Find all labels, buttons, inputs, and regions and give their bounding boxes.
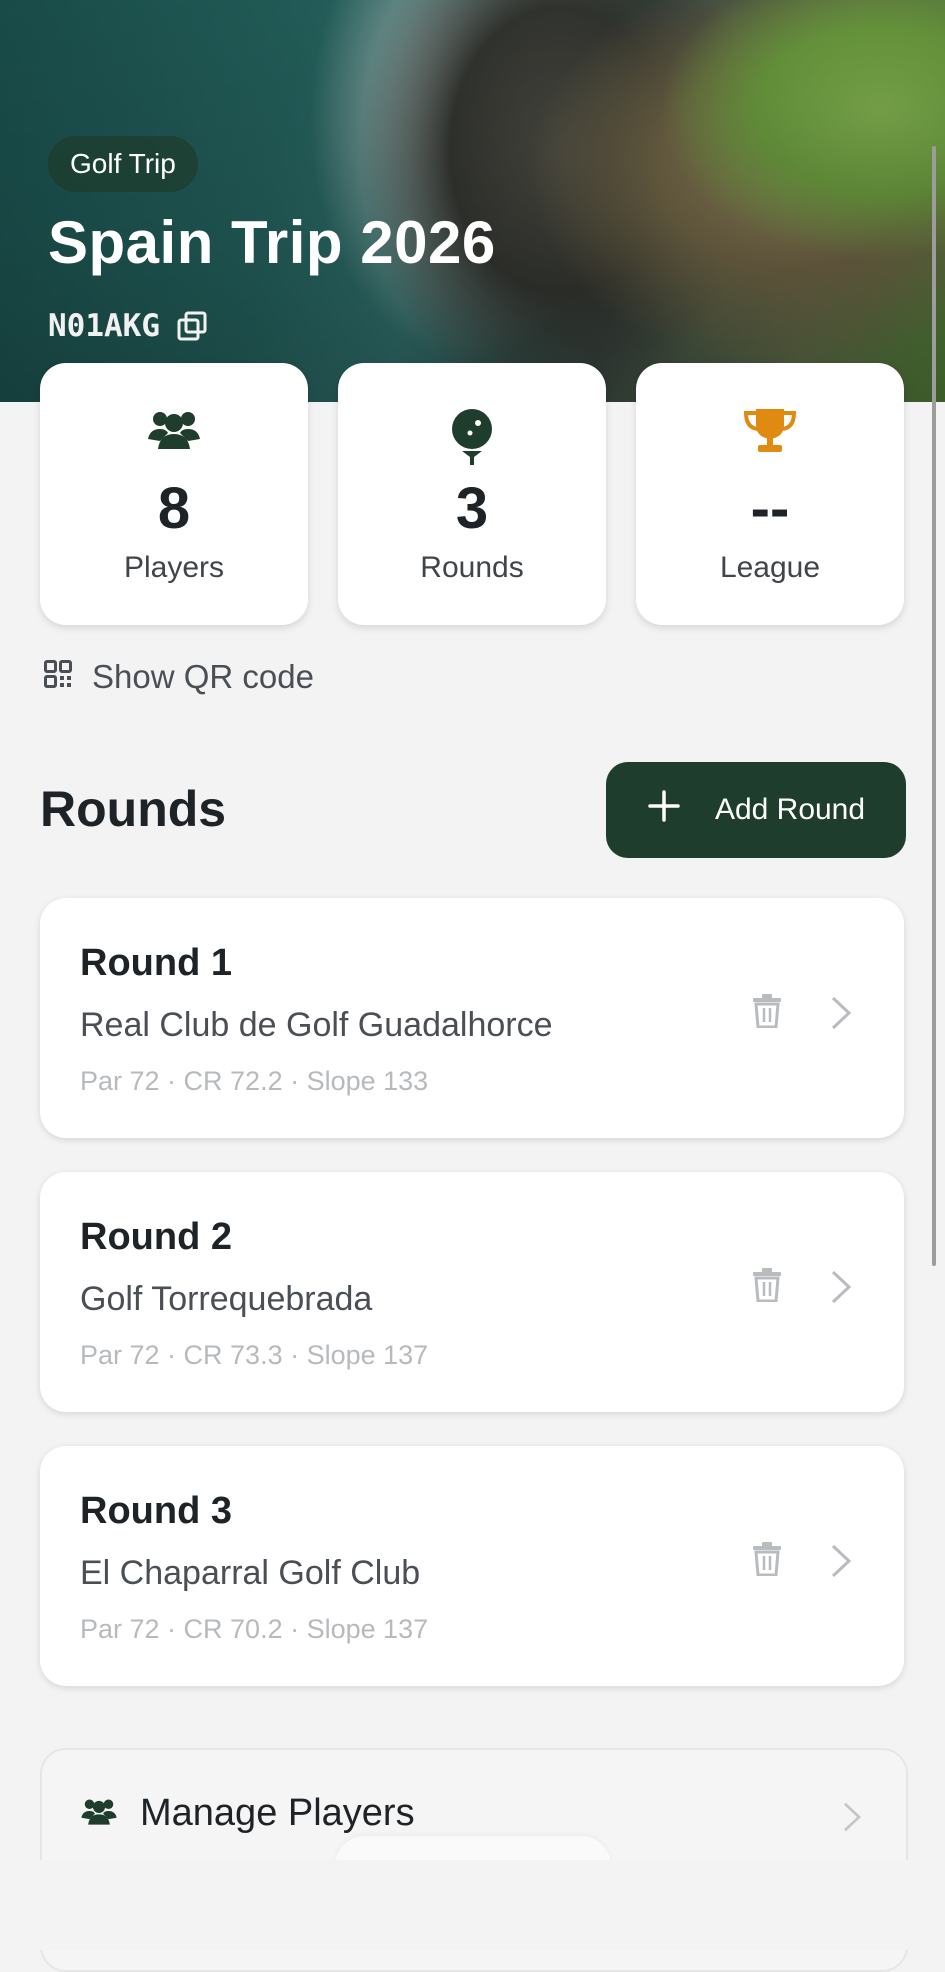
players-label: Players xyxy=(123,551,225,584)
plus-icon xyxy=(647,789,681,831)
chevron-right-icon xyxy=(842,1802,862,1837)
bottom-area xyxy=(0,1860,945,1950)
round-course: Golf Torrequebrada xyxy=(80,1280,373,1318)
league-value: -- xyxy=(750,476,790,541)
trash-icon[interactable] xyxy=(752,994,782,1033)
round-course: El Chaparral Golf Club xyxy=(80,1554,421,1592)
add-round-button[interactable]: Add Round xyxy=(606,762,906,858)
round-card-3[interactable]: Round 3 El Chaparral Golf Club Par 72 · … xyxy=(40,1446,904,1686)
golf-ball-tee-icon xyxy=(450,407,494,472)
round-card-2[interactable]: Round 2 Golf Torrequebrada Par 72 · CR 7… xyxy=(40,1172,904,1412)
players-count: 8 xyxy=(157,476,191,541)
chevron-right-icon xyxy=(830,1270,852,1309)
trophy-icon xyxy=(742,407,798,460)
stat-card-players[interactable]: 8 Players xyxy=(40,363,308,625)
chevron-right-icon xyxy=(830,1544,852,1583)
rounds-count: 3 xyxy=(455,476,489,541)
round-card-1[interactable]: Round 1 Real Club de Golf Guadalhorce Pa… xyxy=(40,898,904,1138)
league-label: League xyxy=(719,551,821,584)
manage-players-row: Manage Players xyxy=(80,1792,415,1835)
round-title: Round 1 xyxy=(80,942,232,984)
show-qr-code-label: Show QR code xyxy=(92,658,314,695)
trash-icon[interactable] xyxy=(752,1542,782,1581)
round-meta: Par 72 · CR 73.3 · Slope 137 xyxy=(80,1340,429,1370)
rounds-section-title: Rounds xyxy=(40,781,227,837)
round-title: Round 3 xyxy=(80,1490,232,1532)
trip-code-text: N01AKG xyxy=(48,308,160,344)
show-qr-code-button[interactable]: Show QR code xyxy=(44,658,314,696)
players-icon xyxy=(80,1796,118,1831)
page-title: Spain Trip 2026 xyxy=(48,209,496,276)
chevron-right-icon xyxy=(830,996,852,1035)
round-course: Real Club de Golf Guadalhorce xyxy=(80,1006,553,1044)
trip-code: N01AKG xyxy=(48,308,208,344)
round-title: Round 2 xyxy=(80,1216,232,1258)
players-icon xyxy=(146,407,202,456)
add-round-label: Add Round xyxy=(714,793,866,826)
trash-icon[interactable] xyxy=(752,1268,782,1307)
round-meta: Par 72 · CR 72.2 · Slope 133 xyxy=(80,1066,429,1096)
trip-type-badge: Golf Trip xyxy=(48,136,198,192)
manage-players-label: Manage Players xyxy=(140,1792,415,1834)
round-meta: Par 72 · CR 70.2 · Slope 137 xyxy=(80,1614,429,1644)
rounds-label: Rounds xyxy=(420,551,524,584)
stat-card-league[interactable]: -- League xyxy=(636,363,904,625)
qr-code-icon xyxy=(44,658,72,696)
stat-card-rounds[interactable]: 3 Rounds xyxy=(338,363,606,625)
copy-icon[interactable] xyxy=(176,310,208,342)
scrollbar[interactable] xyxy=(932,146,936,1266)
